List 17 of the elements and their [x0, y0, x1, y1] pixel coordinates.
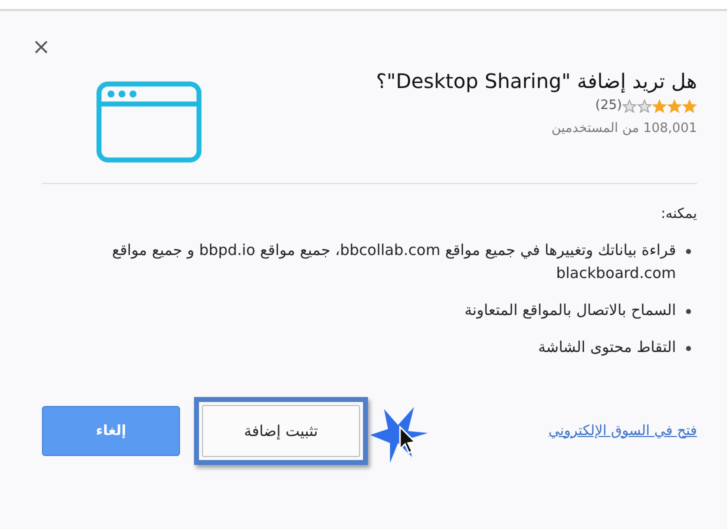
permission-text: السماح بالاتصال بالمواقع المتعاونة [464, 300, 676, 321]
close-button[interactable]: × [32, 37, 50, 59]
bullet-icon [686, 309, 691, 314]
filled-star-icon [682, 98, 697, 114]
rating-count: (25) [595, 97, 622, 116]
filled-star-icon [652, 98, 667, 114]
marketplace-link[interactable]: فتح في السوق الإلكتروني [548, 420, 697, 442]
permissions-heading: يمكنه: [660, 205, 697, 224]
dialog-title: هل تريد إضافة "Desktop Sharing"؟ [375, 68, 697, 95]
browser-window-icon [96, 81, 202, 163]
install-button[interactable]: تثبيت إضافة [202, 405, 360, 457]
user-count: 108,001 من المستخدمين [550, 120, 697, 138]
filled-star-icon [667, 98, 682, 114]
permission-text: قراءة بياناتك وتغييرها في جميع مواقع bbcollab.com، جميع مواقع bbpd.io و جميع مواقع blackboard.com [110, 240, 676, 284]
bullet-icon [686, 249, 691, 254]
bullet-icon [686, 346, 691, 351]
permission-text: التقاط محتوى الشاشة [538, 337, 676, 358]
